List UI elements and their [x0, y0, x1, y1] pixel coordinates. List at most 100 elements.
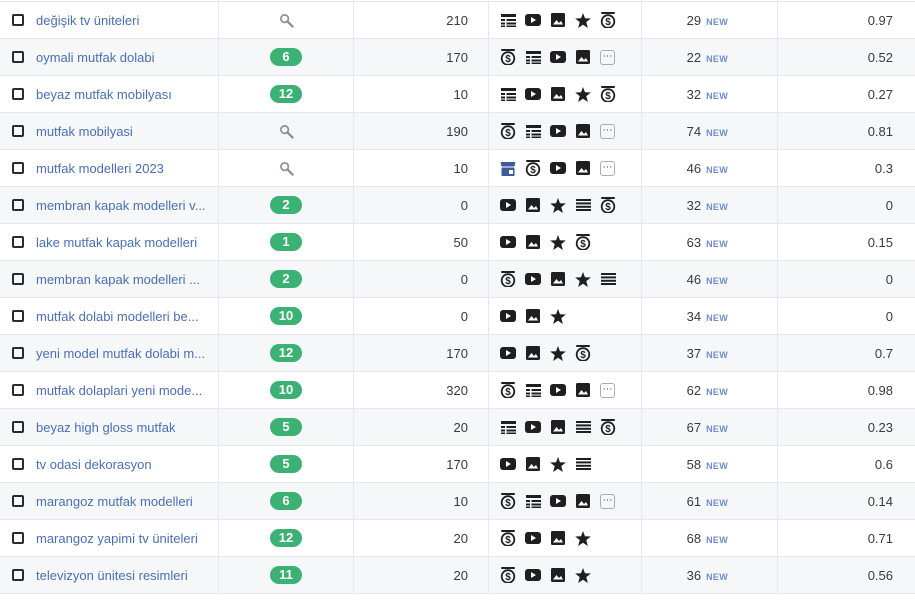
score-value: 0.81: [867, 123, 893, 139]
row-checkbox[interactable]: [12, 495, 24, 507]
difficulty-cell: 6: [219, 483, 354, 519]
row-checkbox[interactable]: [12, 421, 24, 433]
svg-text:$: $: [505, 128, 511, 139]
score-cell: 0.14: [778, 483, 915, 519]
row-checkbox[interactable]: [12, 162, 24, 174]
score-cell: 0.71: [778, 520, 915, 556]
row-checkbox[interactable]: [12, 236, 24, 248]
difficulty-badge[interactable]: 12: [270, 85, 302, 103]
keyword-link[interactable]: oymali mutfak dolabi: [36, 50, 155, 65]
keyword-link[interactable]: mutfak dolaplari yeni mode...: [36, 383, 202, 398]
row-checkbox[interactable]: [12, 199, 24, 211]
difficulty-badge[interactable]: 6: [270, 48, 302, 66]
keyword-link[interactable]: televizyon ünitesi resimleri: [36, 568, 188, 583]
difficulty-cell: 1: [219, 224, 354, 260]
dollar-coin-icon: $: [525, 160, 541, 176]
keyword-link[interactable]: mutfak mobilyasi: [36, 124, 133, 139]
more-features-button[interactable]: ⋯: [600, 160, 615, 176]
magnifier-icon[interactable]: [278, 12, 294, 28]
keyword-link[interactable]: mutfak dolabi modelleri be...: [36, 309, 199, 324]
magnifier-icon[interactable]: [278, 123, 294, 139]
more-features-button[interactable]: ⋯: [600, 49, 615, 65]
row-checkbox[interactable]: [12, 88, 24, 100]
youtube-icon: [550, 493, 566, 509]
position-value: 63: [686, 234, 702, 250]
keyword-link[interactable]: lake mutfak kapak modelleri: [36, 235, 197, 250]
keyword-link[interactable]: beyaz high gloss mutfak: [36, 420, 175, 435]
table-row: beyaz mutfak mobilyası 12 10 $32 NEW 0.27: [0, 76, 915, 113]
more-features-button[interactable]: ⋯: [600, 493, 615, 509]
keyword-link[interactable]: marangoz yapimi tv üniteleri: [36, 531, 198, 546]
difficulty-cell: 2: [219, 261, 354, 297]
row-checkbox[interactable]: [12, 273, 24, 285]
row-checkbox[interactable]: [12, 458, 24, 470]
new-tag: NEW: [706, 238, 728, 249]
difficulty-badge[interactable]: 6: [270, 492, 302, 510]
youtube-icon: [550, 49, 566, 65]
row-select-cell: [0, 372, 34, 408]
row-checkbox[interactable]: [12, 51, 24, 63]
volume-cell: 10: [354, 76, 489, 112]
keyword-link[interactable]: membran kapak modelleri ...: [36, 272, 200, 287]
difficulty-badge[interactable]: 5: [270, 455, 302, 473]
score-value: 0.15: [867, 234, 893, 250]
dollar-coin-icon: $: [600, 419, 616, 435]
score-value: 0: [885, 197, 893, 213]
image-icon: [525, 308, 541, 324]
difficulty-badge[interactable]: 10: [270, 307, 302, 325]
keyword-cell: lake mutfak kapak modelleri: [34, 224, 219, 260]
keyword-link[interactable]: beyaz mutfak mobilyası: [36, 87, 172, 102]
dollar-coin-icon: $: [575, 234, 591, 250]
more-features-button[interactable]: ⋯: [600, 382, 615, 398]
keyword-link[interactable]: membran kapak modelleri v...: [36, 198, 206, 213]
keyword-link[interactable]: marangoz mutfak modelleri: [36, 494, 193, 509]
score-value: 0.27: [867, 86, 893, 102]
keyword-link[interactable]: mutfak modelleri 2023: [36, 161, 164, 176]
volume-cell: 210: [354, 2, 489, 38]
row-checkbox[interactable]: [12, 384, 24, 396]
svg-text:$: $: [605, 202, 611, 213]
table-icon: [500, 419, 516, 435]
row-select-cell: [0, 409, 34, 445]
table-row: membran kapak modelleri v... 2 0 $32 NEW 0: [0, 187, 915, 224]
list-icon: [575, 197, 591, 213]
difficulty-badge[interactable]: 5: [270, 418, 302, 436]
more-features-button[interactable]: ⋯: [600, 123, 615, 139]
difficulty-badge[interactable]: 2: [270, 196, 302, 214]
table-row: değişik tv üniteleri 210 $29 NEW 0.97: [0, 2, 915, 39]
table-row: marangoz yapimi tv üniteleri 12 20 $68 NEW 0.…: [0, 520, 915, 557]
image-icon: [525, 345, 541, 361]
dollar-coin-icon: $: [600, 12, 616, 28]
star-icon: [550, 308, 566, 324]
table-row: oymali mutfak dolabi 6 170 $ ⋯ 22 NEW 0.52: [0, 39, 915, 76]
position-cell: 34 NEW: [642, 298, 778, 334]
difficulty-cell: 10: [219, 372, 354, 408]
row-checkbox[interactable]: [12, 125, 24, 137]
row-select-cell: [0, 520, 34, 556]
difficulty-badge[interactable]: 10: [270, 381, 302, 399]
svg-text:$: $: [505, 572, 511, 583]
keyword-link[interactable]: yeni model mutfak dolabi m...: [36, 346, 205, 361]
difficulty-badge[interactable]: 12: [270, 529, 302, 547]
difficulty-badge[interactable]: 11: [270, 566, 302, 584]
new-tag: NEW: [706, 571, 728, 582]
keyword-link[interactable]: değişik tv üniteleri: [36, 13, 139, 28]
volume-value: 10: [453, 86, 468, 102]
difficulty-cell: 5: [219, 409, 354, 445]
row-checkbox[interactable]: [12, 14, 24, 26]
image-icon: [550, 567, 566, 583]
new-tag: NEW: [706, 201, 728, 212]
row-checkbox[interactable]: [12, 569, 24, 581]
difficulty-badge[interactable]: 12: [270, 344, 302, 362]
keyword-link[interactable]: tv odasi dekorasyon: [36, 457, 152, 472]
keyword-cell: membran kapak modelleri v...: [34, 187, 219, 223]
row-checkbox[interactable]: [12, 532, 24, 544]
score-value: 0.3: [874, 160, 893, 176]
volume-value: 170: [446, 49, 468, 65]
row-checkbox[interactable]: [12, 310, 24, 322]
magnifier-icon[interactable]: [278, 160, 294, 176]
difficulty-badge[interactable]: 2: [270, 270, 302, 288]
volume-value: 20: [453, 419, 468, 435]
row-checkbox[interactable]: [12, 347, 24, 359]
difficulty-badge[interactable]: 1: [270, 233, 302, 251]
